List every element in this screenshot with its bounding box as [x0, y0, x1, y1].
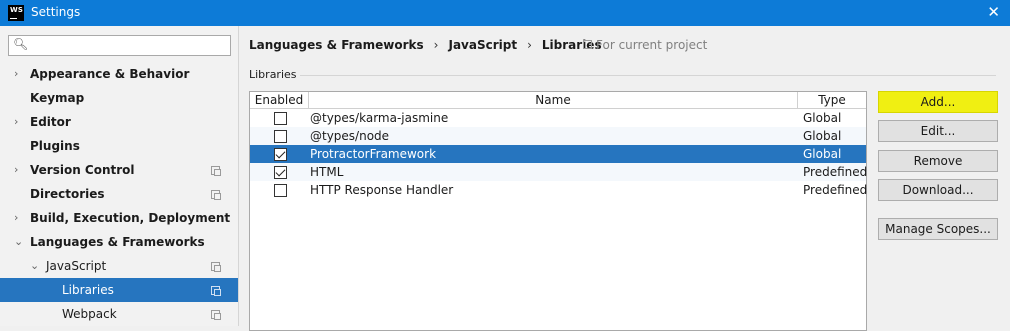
chevron-right-icon[interactable]: ›: [14, 62, 18, 86]
chevron-right-icon[interactable]: ›: [14, 158, 18, 182]
edit-button[interactable]: Edit...: [878, 120, 998, 142]
breadcrumb: Languages & Frameworks › JavaScript › Librar…: [249, 38, 602, 52]
enabled-checkbox[interactable]: [274, 148, 287, 161]
sidebar-item-label: Editor: [30, 115, 71, 129]
project-level-icon: [211, 310, 221, 320]
sidebar-item-label: Webpack: [62, 307, 117, 321]
column-header-enabled[interactable]: Enabled: [250, 92, 309, 109]
sidebar-item-label: JavaScript: [46, 259, 107, 273]
app-logo-text: WS: [10, 6, 24, 14]
sidebar-item-label: Languages & Frameworks: [30, 235, 205, 249]
library-type: Global: [803, 129, 842, 143]
project-level-icon: [211, 262, 221, 272]
sidebar-item-editor[interactable]: › Editor: [0, 110, 238, 134]
project-note-text: For current project: [596, 38, 708, 52]
table-row[interactable]: @types/karma-jasmine Global: [250, 109, 866, 127]
sidebar-item-webpack[interactable]: Webpack: [0, 302, 238, 326]
breadcrumb-item: Languages & Frameworks: [249, 38, 424, 52]
sidebar-item-plugins[interactable]: Plugins: [0, 134, 238, 158]
project-scope-note: For current project: [583, 38, 707, 52]
add-button[interactable]: Add...: [878, 91, 998, 113]
table-row[interactable]: HTTP Response Handler Predefined: [250, 181, 868, 199]
sidebar-item-javascript[interactable]: ⌄ JavaScript: [0, 254, 238, 278]
chevron-right-icon[interactable]: ›: [14, 110, 18, 134]
library-name: HTTP Response Handler: [310, 183, 454, 197]
sidebar-item-label: Build, Execution, Deployment: [30, 211, 231, 225]
settings-sidebar: 🔍︎ › Appearance & Behavior Keymap › Edit…: [0, 26, 239, 326]
close-icon[interactable]: ✕: [987, 3, 1000, 21]
settings-main-panel: Languages & Frameworks › JavaScript › Librar…: [240, 26, 1010, 331]
library-type: Global: [803, 111, 842, 125]
download-button[interactable]: Download...: [878, 179, 998, 201]
library-name: @types/karma-jasmine: [310, 111, 449, 125]
enabled-checkbox[interactable]: [274, 166, 287, 179]
library-name: @types/node: [310, 129, 390, 143]
sidebar-item-directories[interactable]: Directories: [0, 182, 238, 206]
breadcrumb-separator: ›: [527, 38, 532, 52]
chevron-down-icon[interactable]: ⌄: [14, 230, 23, 254]
group-divider: [300, 75, 996, 76]
manage-scopes-button[interactable]: Manage Scopes...: [878, 218, 998, 240]
library-type: Predefined: [803, 183, 868, 197]
breadcrumb-item: JavaScript: [448, 38, 518, 52]
column-header-name[interactable]: Name: [309, 92, 798, 109]
sidebar-item-build-execution-deployment[interactable]: › Build, Execution, Deployment: [0, 206, 238, 230]
search-icon: 🔍︎: [13, 37, 29, 51]
enabled-checkbox[interactable]: [274, 112, 287, 125]
library-name: ProtractorFramework: [310, 147, 437, 161]
table-header: Enabled Name Type: [250, 92, 866, 109]
webstorm-logo-icon: WS: [8, 5, 24, 21]
sidebar-item-version-control[interactable]: › Version Control: [0, 158, 238, 182]
sidebar-item-label: Keymap: [30, 91, 85, 105]
remove-button[interactable]: Remove: [878, 150, 998, 172]
sidebar-item-label: Appearance & Behavior: [30, 67, 190, 81]
table-row[interactable]: ProtractorFramework Global: [250, 145, 866, 163]
sidebar-item-languages-frameworks[interactable]: ⌄ Languages & Frameworks: [0, 230, 238, 254]
sidebar-item-label: Directories: [30, 187, 105, 201]
search-field[interactable]: 🔍︎: [8, 35, 231, 56]
sidebar-item-keymap[interactable]: Keymap: [0, 86, 238, 110]
sidebar-item-label: Libraries: [62, 283, 114, 297]
library-type: Predefined: [803, 165, 868, 179]
breadcrumb-separator: ›: [433, 38, 439, 52]
libraries-table: Enabled Name Type @types/karma-jasmine G…: [249, 91, 867, 331]
chevron-right-icon[interactable]: ›: [14, 206, 18, 230]
table-row[interactable]: HTML Predefined: [250, 163, 868, 181]
library-type: Global: [803, 147, 842, 161]
sidebar-item-label: Version Control: [30, 163, 135, 177]
enabled-checkbox[interactable]: [274, 130, 287, 143]
title-bar: WS Settings ✕: [0, 0, 1010, 26]
sidebar-item-label: Plugins: [30, 139, 80, 153]
library-name: HTML: [310, 165, 344, 179]
window-title: Settings: [31, 5, 81, 19]
libraries-group-label: Libraries: [249, 68, 297, 81]
project-level-icon: [211, 166, 221, 176]
project-level-icon: [211, 286, 221, 296]
search-input[interactable]: [31, 37, 226, 54]
enabled-checkbox[interactable]: [274, 184, 287, 197]
chevron-down-icon[interactable]: ⌄: [30, 254, 39, 278]
project-level-icon: [583, 40, 592, 49]
column-header-type[interactable]: Type: [798, 92, 866, 109]
table-row[interactable]: @types/node Global: [250, 127, 866, 145]
sidebar-item-appearance-behavior[interactable]: › Appearance & Behavior: [0, 62, 238, 86]
project-level-icon: [211, 190, 221, 200]
sidebar-item-libraries[interactable]: Libraries: [0, 278, 238, 302]
